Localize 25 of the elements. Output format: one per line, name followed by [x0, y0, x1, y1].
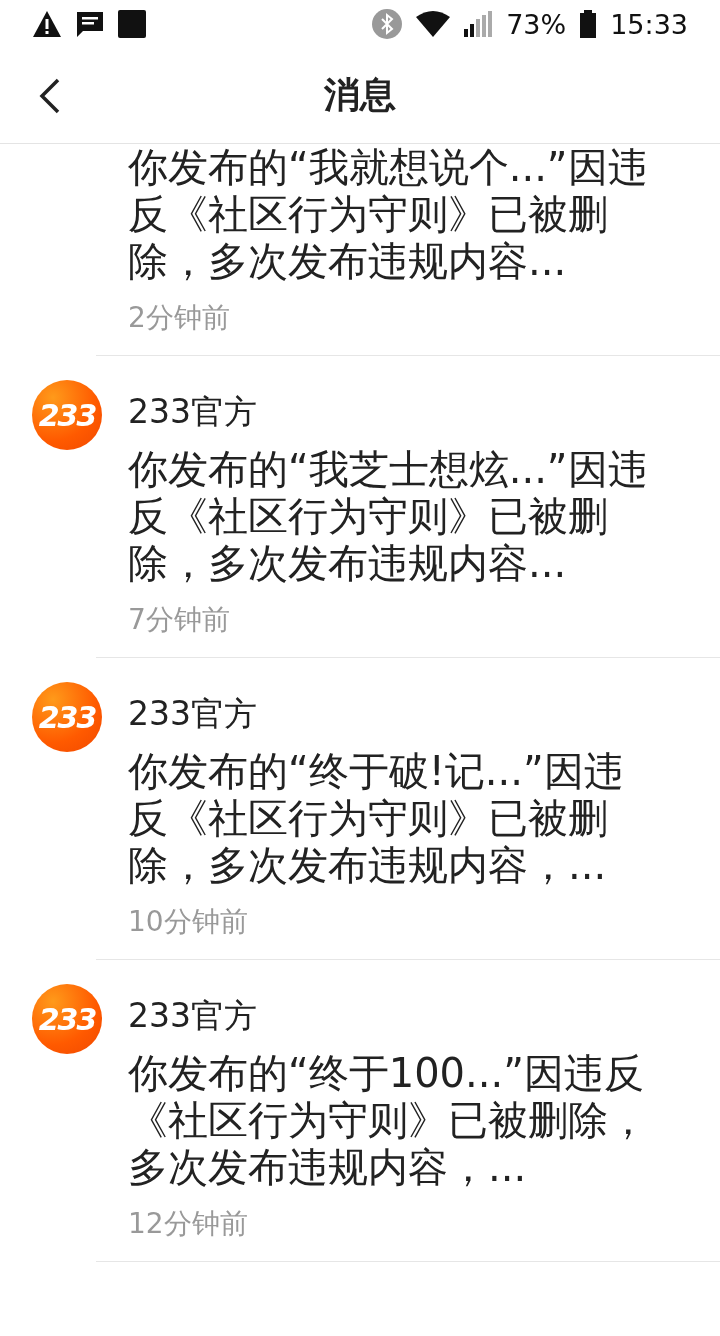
- avatar: 233: [32, 380, 102, 450]
- bluetooth-icon: [372, 9, 403, 39]
- message-time: 7分钟前: [128, 603, 230, 637]
- sender-name: 233官方: [128, 392, 257, 432]
- message-text: 你发布的“我就想说个...”因违反《社区行为守则》已被删除，多次发布违规内容...: [128, 144, 649, 285]
- message-text: 你发布的“终于破!记...”因违反《社区行为守则》已被删除，多次发布违规内容，...: [128, 748, 625, 889]
- message-icon: [76, 10, 104, 38]
- battery-icon: [580, 10, 597, 38]
- avatar: 233: [32, 984, 102, 1054]
- message-text: 你发布的“我芝士想炫...”因违反《社区行为守则》已被删除，多次发布违规内容...: [128, 446, 649, 587]
- back-icon: [39, 78, 61, 114]
- clock-time: 15:33: [610, 8, 688, 40]
- battery-percent: 73%: [506, 8, 567, 40]
- sender-name: 233官方: [128, 996, 257, 1036]
- message-text: 你发布的“终于100...”因违反《社区行为守则》已被删除，多次发布违规内容，...: [128, 1050, 649, 1191]
- page-title: 消息: [324, 73, 396, 117]
- message-time: 2分钟前: [128, 301, 230, 335]
- warning-icon: [32, 10, 62, 38]
- square-icon: [118, 10, 146, 38]
- sender-name: 233官方: [128, 694, 257, 734]
- signal-icon: [464, 11, 493, 37]
- avatar: 233: [32, 682, 102, 752]
- message-time: 10分钟前: [128, 905, 248, 939]
- message-time: 12分钟前: [128, 1207, 248, 1241]
- wifi-icon: [416, 11, 451, 37]
